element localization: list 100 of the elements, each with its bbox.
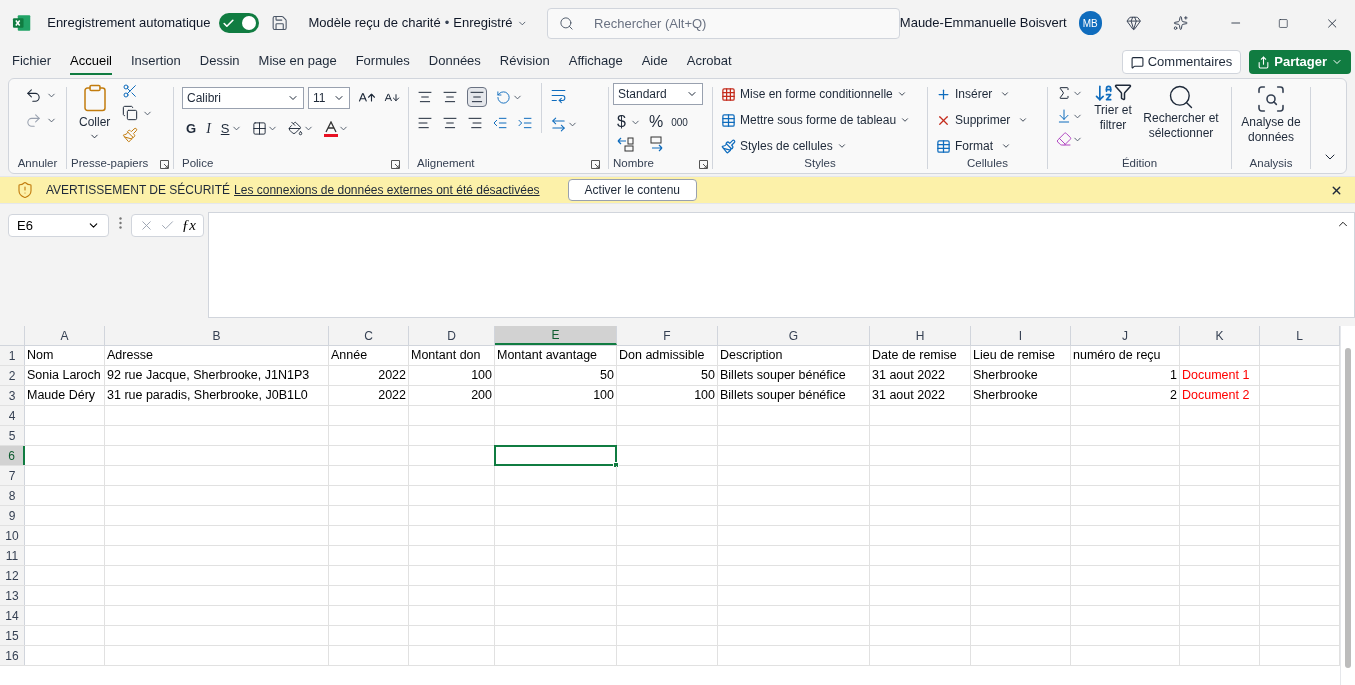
column-header[interactable]: F: [617, 326, 718, 345]
search-icon[interactable]: [559, 15, 575, 31]
eraser-icon[interactable]: [1056, 131, 1072, 147]
column-header[interactable]: J: [1071, 326, 1180, 345]
row-header[interactable]: 14: [0, 606, 25, 625]
sum-icon[interactable]: [1056, 85, 1072, 101]
autosave-toggle[interactable]: [218, 13, 260, 33]
styles-menu-button[interactable]: Styles de cellules: [721, 137, 919, 155]
bold-button[interactable]: G: [186, 118, 197, 139]
decrease-indent-icon[interactable]: [492, 115, 508, 131]
row-header[interactable]: 2: [0, 366, 25, 385]
styles-menu-button[interactable]: Mettre sous forme de tableau: [721, 111, 919, 129]
wrap-text-icon[interactable]: [550, 87, 567, 104]
menu-tab[interactable]: Accueil: [70, 49, 112, 75]
increase-decimal-icon[interactable]: [617, 136, 635, 152]
menu-tab[interactable]: Aide: [641, 49, 668, 75]
cells-menu-button[interactable]: Format: [936, 137, 1039, 155]
menu-tab[interactable]: Dessin: [199, 49, 240, 75]
dialog-launcher-icon[interactable]: [699, 159, 708, 169]
user-avatar[interactable]: MB: [1078, 11, 1102, 35]
save-icon[interactable]: [271, 14, 289, 32]
align-center-icon[interactable]: [442, 115, 458, 131]
active-cell[interactable]: [494, 445, 617, 466]
enable-content-button[interactable]: Activer le contenu: [567, 179, 697, 201]
align-middle-icon[interactable]: [442, 89, 458, 105]
scissors-icon[interactable]: [122, 83, 139, 99]
cells-menu-button[interactable]: Supprimer: [936, 111, 1039, 129]
column-header[interactable]: B: [105, 326, 329, 345]
row-header[interactable]: 8: [0, 486, 25, 505]
increase-indent-icon[interactable]: [517, 115, 533, 131]
font-color-icon[interactable]: [324, 120, 339, 137]
insert-function-button[interactable]: ƒx: [181, 214, 196, 237]
menu-tab[interactable]: Données: [428, 49, 481, 75]
row-header[interactable]: 16: [0, 646, 25, 665]
name-box[interactable]: E6: [8, 214, 109, 237]
column-header[interactable]: E: [495, 326, 617, 345]
diamond-icon[interactable]: [1125, 15, 1142, 31]
menu-tab[interactable]: Acrobat: [686, 49, 732, 75]
column-header[interactable]: K: [1180, 326, 1260, 345]
sort-filter-button[interactable]: Trier et filtrer: [1091, 83, 1135, 147]
menu-tab[interactable]: Affichage: [568, 49, 623, 75]
document-title[interactable]: Modèle reçu de charité: [308, 13, 441, 33]
paste-button[interactable]: Coller: [75, 83, 115, 143]
number-format-dropdown[interactable]: Standard: [613, 83, 703, 105]
percent-button[interactable]: %: [648, 110, 664, 134]
thousands-button[interactable]: 000: [671, 114, 688, 130]
analyze-data-button[interactable]: Analyse de données: [1236, 83, 1306, 145]
warning-link[interactable]: Les connexions de données externes ont été désactivées: [234, 181, 540, 199]
italic-button[interactable]: I: [206, 118, 211, 139]
align-top-icon[interactable]: [417, 89, 433, 105]
underline-button[interactable]: S: [220, 118, 230, 139]
font-size-dropdown[interactable]: 11: [308, 87, 350, 109]
row-header[interactable]: 13: [0, 586, 25, 605]
borders-icon[interactable]: [252, 121, 268, 136]
share-button[interactable]: Partager: [1249, 50, 1351, 74]
dialog-launcher-icon[interactable]: [160, 159, 169, 169]
decrease-decimal-icon[interactable]: [647, 136, 665, 152]
currency-button[interactable]: $: [617, 110, 626, 134]
dialog-launcher-icon[interactable]: [391, 159, 400, 169]
row-header[interactable]: 4: [0, 406, 25, 425]
comments-button[interactable]: Commentaires: [1121, 50, 1242, 74]
row-header[interactable]: 7: [0, 466, 25, 485]
row-header[interactable]: 9: [0, 506, 25, 525]
dialog-launcher-icon[interactable]: [591, 159, 600, 169]
copy-icon[interactable]: [122, 105, 139, 121]
column-header[interactable]: H: [870, 326, 971, 345]
fill-color-icon[interactable]: [288, 121, 304, 136]
menu-tab[interactable]: Révision: [499, 49, 550, 75]
find-select-button[interactable]: Rechercher et sélectionner: [1143, 83, 1219, 147]
scrollbar-thumb[interactable]: [1345, 348, 1351, 668]
align-bottom-icon[interactable]: [469, 89, 485, 105]
column-header[interactable]: G: [718, 326, 870, 345]
orientation-icon[interactable]: [496, 89, 511, 105]
search-field[interactable]: Rechercher (Alt+Q): [547, 7, 900, 39]
format-painter-icon[interactable]: [122, 127, 139, 143]
align-right-icon[interactable]: [467, 115, 483, 131]
styles-menu-button[interactable]: Mise en forme conditionnelle: [721, 85, 919, 103]
row-header[interactable]: 10: [0, 526, 25, 545]
row-header[interactable]: 6: [0, 446, 25, 465]
font-name-dropdown[interactable]: Calibri: [182, 87, 304, 109]
cells-menu-button[interactable]: Insérer: [936, 85, 1039, 103]
row-header[interactable]: 11: [0, 546, 25, 565]
align-left-icon[interactable]: [417, 115, 433, 131]
row-header[interactable]: 5: [0, 426, 25, 445]
sparkle-icon[interactable]: [1173, 15, 1189, 31]
row-header[interactable]: 3: [0, 386, 25, 405]
formula-input[interactable]: [208, 212, 1355, 318]
row-header[interactable]: 1: [0, 346, 25, 365]
row-header[interactable]: 12: [0, 566, 25, 585]
menu-tab[interactable]: Formules: [355, 49, 410, 75]
menu-tab[interactable]: Insertion: [130, 49, 181, 75]
maximize-icon[interactable]: [1278, 17, 1289, 29]
column-header[interactable]: C: [329, 326, 409, 345]
column-header[interactable]: A: [25, 326, 105, 345]
fill-down-icon[interactable]: [1056, 108, 1072, 124]
column-header[interactable]: I: [971, 326, 1071, 345]
undo-icon[interactable]: [25, 87, 42, 104]
menu-tab[interactable]: Mise en page: [258, 49, 337, 75]
row-header[interactable]: 15: [0, 626, 25, 645]
merge-center-icon[interactable]: [550, 116, 567, 133]
